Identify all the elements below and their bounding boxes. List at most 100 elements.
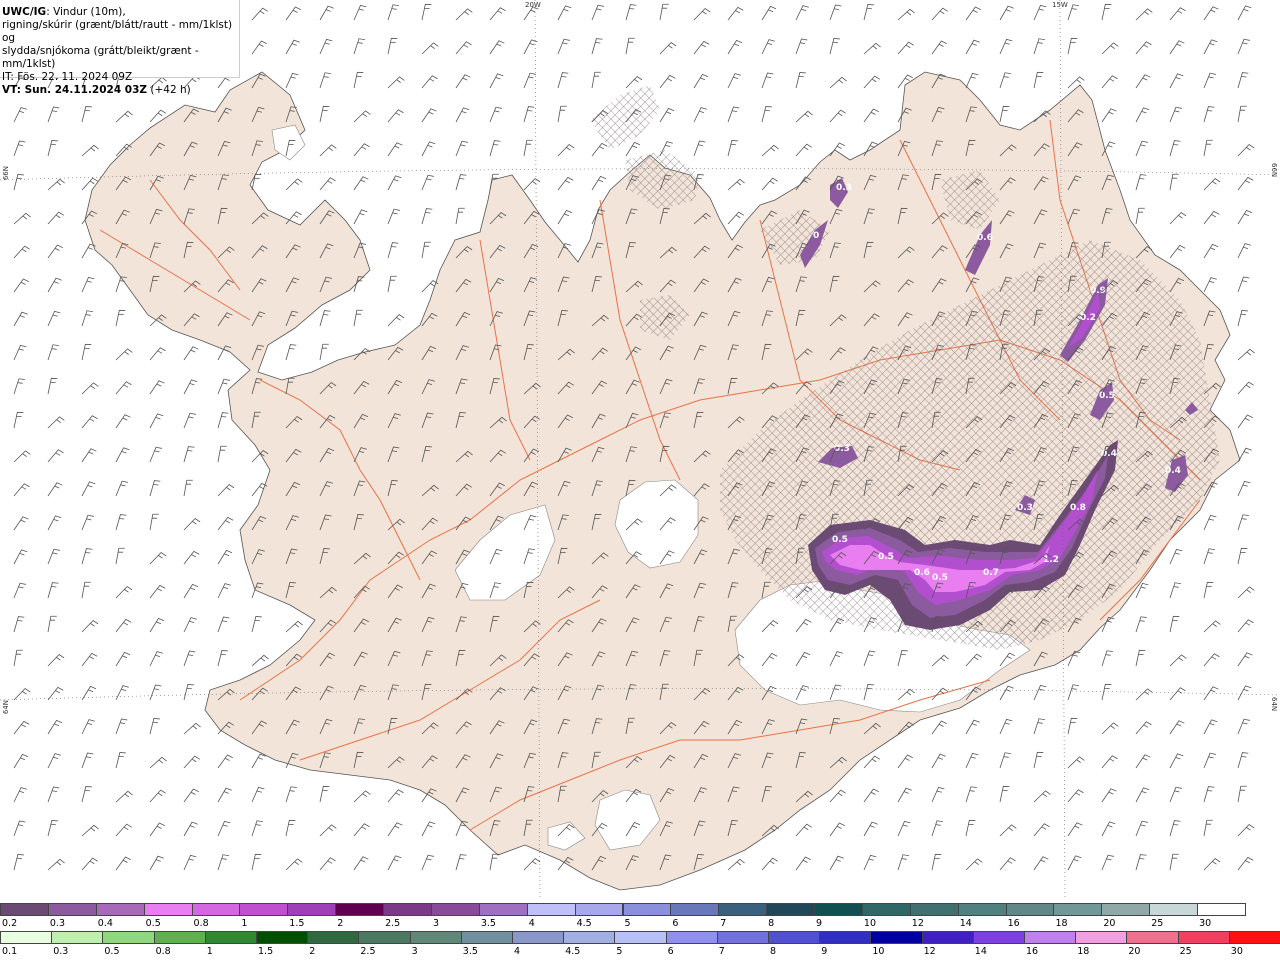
wind-barb [81, 685, 97, 701]
wind-barb [285, 620, 303, 633]
wind-barb [1101, 821, 1116, 837]
wind-barb [591, 142, 608, 157]
lat-label-64n-right: 64N [1270, 697, 1278, 712]
legend-rain-labels: 0.1 0.3 0.5 0.8 1 1.5 2 2.5 3 3.5 4 4.5 5 6 7 8 9 10 12 14 1… [0, 946, 1280, 958]
wind-barb [251, 753, 266, 769]
wind-barb [13, 720, 30, 735]
legend-label: 6 [672, 918, 679, 929]
legend-swatch [766, 903, 816, 916]
wind-barb [1135, 649, 1146, 667]
legend-label: 20 [1103, 918, 1116, 929]
wind-barb [693, 40, 710, 55]
wind-barb [1067, 684, 1079, 701]
wind-barb [217, 483, 235, 497]
legend-label: 7 [720, 918, 727, 929]
wind-barb [1203, 819, 1213, 837]
wind-barb [251, 616, 262, 633]
wind-barb [421, 141, 436, 157]
wind-barb [1101, 42, 1119, 55]
wind-barb [727, 178, 745, 191]
legend-swatch [814, 903, 863, 916]
wind-barb [81, 752, 94, 769]
legend-label: 18 [1077, 946, 1090, 957]
wind-barb [1237, 381, 1254, 395]
legend-label: 0.5 [104, 946, 120, 957]
wind-barb [1135, 854, 1147, 871]
legend-label: 1.5 [258, 946, 274, 957]
legend-label: 12 [923, 946, 936, 957]
wind-barb [47, 858, 65, 871]
wind-barb [1237, 276, 1250, 293]
wind-barb [965, 752, 979, 769]
legend-swatch [1228, 931, 1280, 944]
wind-barb [1237, 718, 1250, 735]
wind-barb [795, 72, 806, 89]
wind-barb [1169, 786, 1182, 803]
wind-barb [1237, 105, 1247, 123]
wind-barb [81, 619, 99, 633]
wind-barb [1237, 243, 1251, 259]
precip-label: 0.3 [836, 183, 852, 193]
wind-barb [47, 582, 59, 599]
legend-label: 2 [309, 946, 316, 957]
wind-barb [47, 106, 60, 123]
legend-label: 0.4 [97, 918, 113, 929]
wind-barb [149, 684, 162, 701]
wind-barb [795, 823, 812, 837]
wind-barb [761, 144, 779, 157]
wind-barb [13, 311, 28, 327]
wind-barb [829, 822, 845, 837]
wind-barb [897, 8, 915, 21]
wind-barb [217, 549, 233, 565]
wind-barb [999, 5, 1014, 21]
wind-barb [47, 377, 58, 395]
legend-swatch [1101, 903, 1151, 916]
wind-barb [421, 108, 437, 123]
wind-barb [931, 7, 948, 21]
wind-barb [999, 718, 1013, 735]
legend-swatch [51, 931, 104, 944]
legend-swatch [153, 931, 206, 944]
legend-swatch [409, 931, 462, 944]
wind-barb [557, 5, 572, 21]
wind-barb [659, 107, 675, 123]
wind-barb [13, 278, 29, 293]
legend-label: 4.5 [576, 918, 592, 929]
precip-label: 0.6 [914, 568, 930, 578]
wind-barb [1033, 823, 1050, 837]
wind-barb [693, 107, 707, 123]
wind-barb [693, 73, 709, 89]
wind-barb [1101, 854, 1114, 871]
legend-label: 25 [1151, 918, 1164, 929]
wind-barb [421, 208, 433, 225]
wind-barb [591, 4, 604, 21]
wind-barb [149, 822, 165, 837]
wind-barb [557, 105, 567, 123]
legend-swatch [622, 903, 672, 916]
wind-barb [1203, 581, 1214, 599]
legend-label: 1.5 [289, 918, 305, 929]
precip-label: 1.2 [1043, 555, 1059, 565]
wind-barb [1135, 616, 1147, 633]
wind-barb [1237, 785, 1247, 803]
lon-label-15w: 15W [1052, 1, 1068, 9]
wind-barb [829, 789, 846, 803]
wind-barb [47, 449, 64, 463]
legend-snow-labels: 0.2 0.3 0.4 0.5 0.8 1 1.5 2 2.5 3 3.5 4 4.5 5 6 7 8 9 10 12… [0, 918, 1280, 930]
wind-barb [81, 652, 98, 667]
wind-barb [1033, 751, 1044, 769]
wind-barb [183, 617, 197, 633]
wind-barb [1237, 143, 1255, 157]
legend-swatch [718, 903, 768, 916]
legend-label: 20 [1128, 946, 1141, 957]
legend-swatch [287, 903, 337, 916]
wind-barb [183, 722, 201, 735]
wind-barb [455, 8, 473, 21]
legend-rain-colorbar [0, 931, 1280, 945]
wind-barb [455, 207, 465, 225]
wind-barb [387, 822, 403, 837]
wind-barb [353, 110, 371, 123]
wind-barb [727, 211, 744, 225]
wind-barb [353, 790, 371, 803]
wind-barb [863, 4, 874, 21]
